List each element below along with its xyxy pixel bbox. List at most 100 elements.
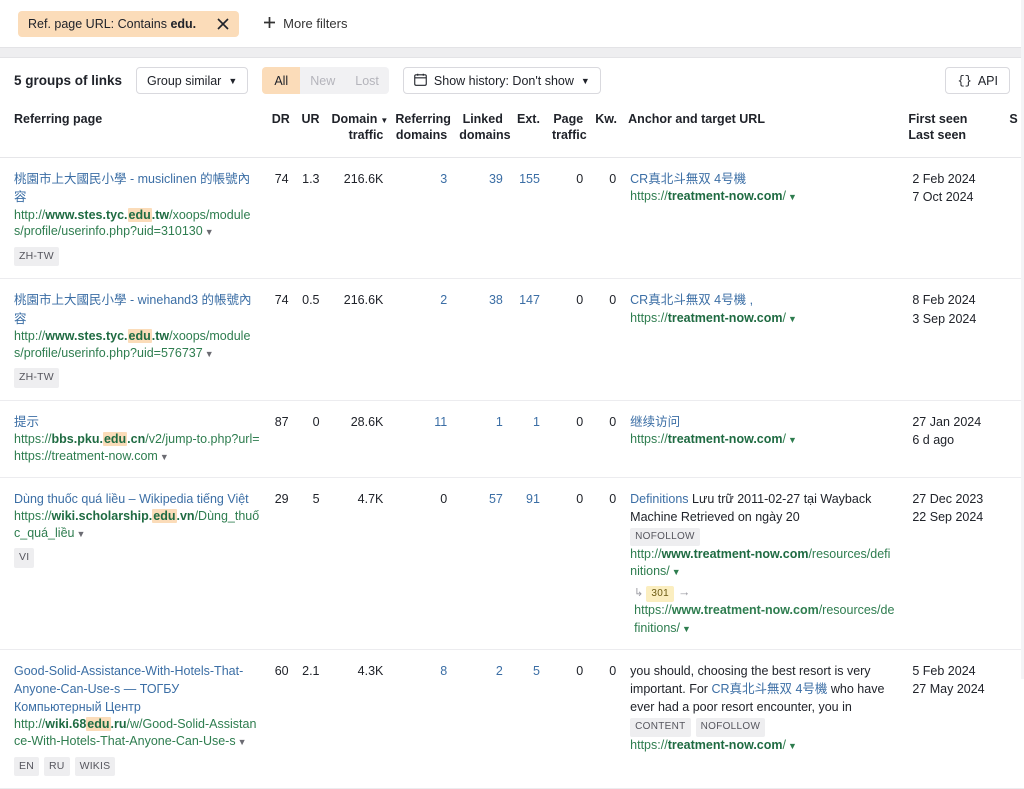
column-header-domain-traffic-line1: Domain: [331, 112, 378, 126]
column-header-kw[interactable]: Kw.: [589, 103, 623, 159]
chevron-down-icon[interactable]: ▼: [788, 435, 797, 445]
column-header-ur[interactable]: UR: [294, 103, 326, 159]
segment-lost[interactable]: Lost: [345, 67, 389, 94]
cell-linked-domains[interactable]: 2: [453, 649, 509, 789]
chevron-down-icon[interactable]: ▼: [682, 624, 691, 634]
column-header-linked-domains[interactable]: Linked domains: [453, 103, 511, 159]
anchor-text-link[interactable]: Definitions: [630, 492, 688, 506]
referring-page-url[interactable]: http://www.stes.tyc.edu.tw/xoops/modules…: [14, 328, 260, 362]
chevron-down-icon[interactable]: ▼: [76, 529, 85, 539]
chevron-down-icon[interactable]: ▼: [788, 314, 797, 324]
referring-page-url[interactable]: http://wiki.68edu.ru/w/Good-Solid-Assist…: [14, 716, 260, 750]
cell-ext[interactable]: 155: [508, 157, 546, 280]
last-seen-value: 6 d ago: [912, 432, 955, 447]
dr-value: 60: [274, 664, 289, 679]
cell-dr: 29: [265, 477, 295, 651]
show-history-dropdown[interactable]: Show history: Don't show ▼: [402, 67, 601, 94]
segment-new[interactable]: New: [300, 67, 346, 94]
language-tag-list: ZH-TW: [14, 246, 260, 267]
last-seen-value: 7 Oct 2024: [912, 190, 974, 205]
dr-value: 74: [274, 293, 289, 308]
filter-chip-ref-page-url[interactable]: Ref. page URL: Contains edu.: [18, 10, 240, 37]
column-header-referring-domains-line1: Referring: [395, 112, 451, 126]
cell-referring-domains[interactable]: 3: [389, 157, 454, 280]
language-tag: RU: [44, 757, 70, 777]
column-header-referring-page[interactable]: Referring page: [0, 103, 266, 159]
target-url[interactable]: https://treatment-now.com/▼: [630, 188, 896, 205]
first-seen-value: 2 Feb 2024: [912, 172, 976, 187]
column-header-ext[interactable]: Ext.: [508, 103, 546, 159]
anchor-text-link[interactable]: 继续访问: [630, 415, 680, 429]
target-url[interactable]: https://treatment-now.com/▼: [630, 737, 896, 754]
cell-ext[interactable]: 147: [508, 278, 546, 401]
cell-linked-domains[interactable]: 39: [453, 157, 509, 280]
referring-page-title-link[interactable]: 桃園市上大國民小學 - winehand3 的帳號內容: [14, 293, 252, 325]
chevron-down-icon[interactable]: ▼: [160, 452, 169, 462]
calendar-icon: [414, 73, 427, 89]
cell-referring-page: 桃園市上大國民小學 - winehand3 的帳號內容 http://www.s…: [0, 278, 266, 401]
cell-referring-domains[interactable]: 11: [389, 400, 454, 478]
anchor-attribute-badge: CONTENT: [630, 718, 691, 737]
anchor-text-link[interactable]: CR真北斗無双 4号機: [630, 172, 746, 186]
referring-page-title-link[interactable]: 桃園市上大國民小學 - musiclinen 的帳號內容: [14, 172, 250, 204]
cell-ext[interactable]: 5: [508, 649, 546, 789]
segment-all[interactable]: All: [262, 67, 301, 94]
last-seen-value: 22 Sep 2024: [912, 509, 984, 524]
api-button[interactable]: {} API: [945, 67, 1010, 94]
cell-ext[interactable]: 91: [508, 477, 546, 651]
referring-page-title-link[interactable]: Good-Solid-Assistance-With-Hotels-That-A…: [14, 664, 243, 714]
chevron-down-icon[interactable]: ▼: [205, 227, 214, 237]
results-toolbar: 5 groups of links Group similar ▼ All Ne…: [0, 58, 1024, 103]
close-icon[interactable]: [208, 11, 239, 37]
chevron-down-icon[interactable]: ▼: [238, 737, 247, 747]
target-url[interactable]: http://www.treatment-now.com/resources/d…: [630, 546, 896, 580]
referring-page-url[interactable]: http://www.stes.tyc.edu.tw/xoops/modules…: [14, 207, 260, 241]
group-similar-dropdown[interactable]: Group similar ▼: [136, 67, 249, 94]
column-header-dr[interactable]: DR: [265, 103, 295, 159]
anchor-text-link[interactable]: CR真北斗無双 4号機 ,: [630, 293, 753, 307]
cell-ur: 2.1: [294, 649, 326, 789]
referring-page-title-link[interactable]: Dùng thuốc quá liều – Wikipedia tiếng Vi…: [14, 492, 249, 506]
anchor-text: CR真北斗無双 4号機 ,: [630, 291, 896, 309]
cell-referring-domains[interactable]: 2: [389, 278, 454, 401]
cell-linked-domains[interactable]: 1: [453, 400, 509, 478]
kw-value: 0: [609, 664, 617, 679]
referring-page-title-link[interactable]: 提示: [14, 415, 39, 429]
cell-referring-domains[interactable]: 8: [389, 649, 454, 789]
chevron-down-icon[interactable]: ▼: [205, 349, 214, 359]
table-row: 桃園市上大國民小學 - musiclinen 的帳號內容 http://www.…: [0, 157, 1024, 280]
referring-page-url[interactable]: https://wiki.scholarship.edu.vn/Dùng_thu…: [14, 508, 260, 542]
cell-domain-traffic: 4.7K: [325, 477, 390, 651]
column-header-first-last-seen[interactable]: First seen Last seen: [902, 103, 1004, 159]
cell-linked-domains[interactable]: 57: [453, 477, 509, 651]
target-url[interactable]: https://treatment-now.com/▼: [630, 431, 896, 448]
chevron-down-icon[interactable]: ▼: [788, 192, 797, 202]
cell-referring-domains[interactable]: 0: [389, 477, 454, 651]
last-seen-value: 3 Sep 2024: [912, 311, 977, 326]
chevron-down-icon[interactable]: ▼: [672, 567, 681, 577]
referring-page-url[interactable]: https://bbs.pku.edu.cn/v2/jump-to.php?ur…: [14, 431, 260, 465]
ext-value: 155: [519, 172, 540, 187]
cell-ur: 0.5: [294, 278, 326, 401]
column-header-referring-domains[interactable]: Referring domains: [389, 103, 454, 159]
column-header-domain-traffic[interactable]: Domain ▼ traffic: [325, 103, 390, 159]
cell-ext[interactable]: 1: [508, 400, 546, 478]
cell-referring-page: Dùng thuốc quá liều – Wikipedia tiếng Vi…: [0, 477, 266, 651]
page-traffic-value: 0: [576, 293, 584, 308]
last-seen-value: 27 May 2024: [912, 682, 985, 697]
groups-count-label: 5 groups of links: [14, 73, 123, 88]
target-url[interactable]: https://treatment-now.com/▼: [630, 310, 896, 327]
chevron-down-icon[interactable]: ▼: [788, 741, 797, 751]
column-header-anchor-and-target-url[interactable]: Anchor and target URL: [622, 103, 903, 159]
cell-first-last-seen: 2 Feb 2024 7 Oct 2024: [902, 157, 1004, 280]
column-header-page-traffic[interactable]: Page traffic: [545, 103, 590, 159]
cell-anchor-and-target-url: CR真北斗無双 4号機 , https://treatment-now.com/…: [622, 278, 903, 401]
sort-descending-icon: ▼: [380, 116, 389, 125]
table-row: 桃園市上大國民小學 - winehand3 的帳號內容 http://www.s…: [0, 278, 1024, 401]
redirect-target-url[interactable]: ↳ 301 →https://www.treatment-now.com/resou…: [630, 584, 896, 637]
link-status-segmented-control[interactable]: All New Lost: [262, 67, 389, 94]
anchor-text-link[interactable]: CR真北斗無双 4号機: [711, 682, 827, 696]
more-filters-button[interactable]: More filters: [263, 15, 347, 32]
cell-referring-page: Good-Solid-Assistance-With-Hotels-That-A…: [0, 649, 266, 789]
cell-linked-domains[interactable]: 38: [453, 278, 509, 401]
